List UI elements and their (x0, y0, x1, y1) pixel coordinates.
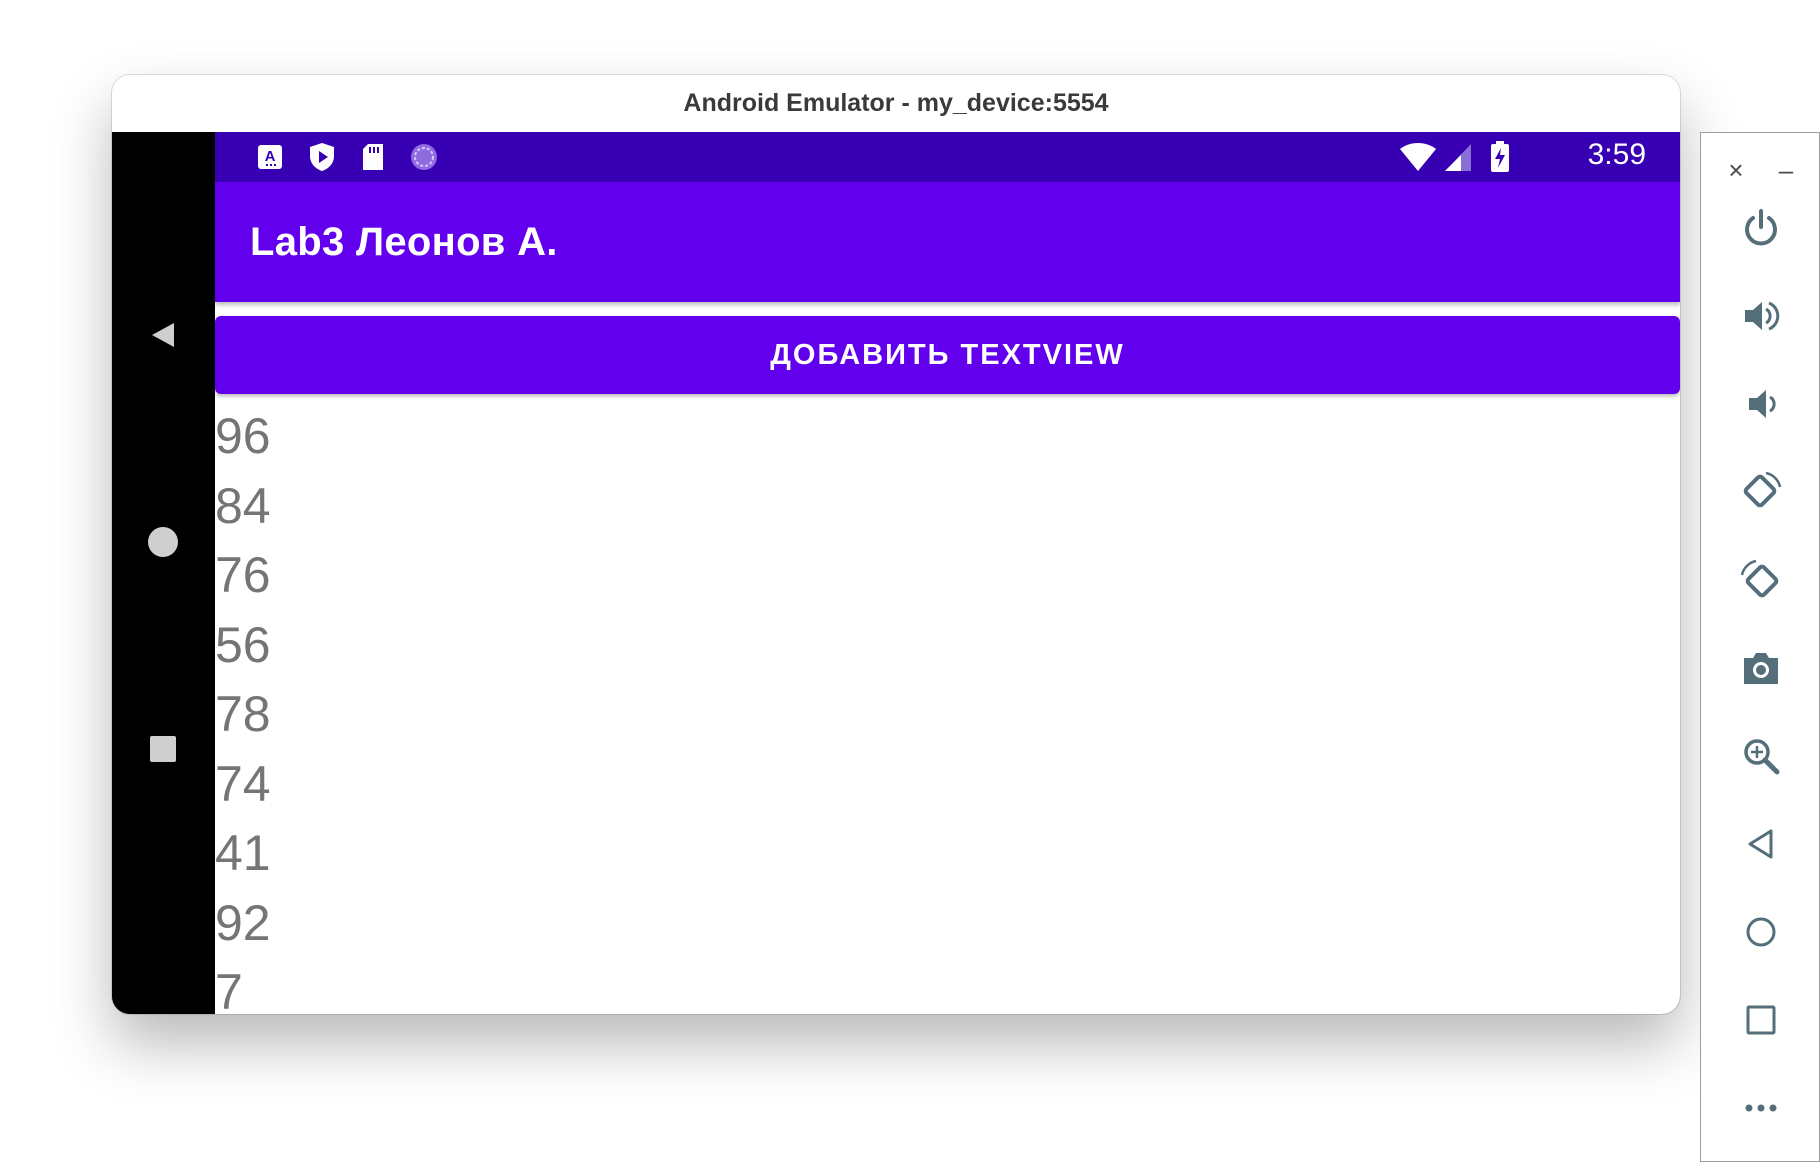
volume-down-button[interactable] (1736, 379, 1786, 429)
list-item: 74 (215, 755, 271, 812)
nav-back-button[interactable] (138, 310, 188, 360)
more-icon (1745, 1104, 1777, 1112)
emulator-toolbar: × – (1700, 132, 1820, 1162)
list-item: 84 (215, 477, 271, 534)
list-item: 7 (215, 964, 243, 1014)
text-notification-icon: A (255, 142, 285, 172)
add-textview-button[interactable]: ДОБАВИТЬ TEXTVIEW (215, 316, 1680, 394)
rotate-right-icon (1740, 559, 1779, 598)
overview-icon (1746, 1005, 1776, 1035)
overview-button[interactable] (1736, 995, 1786, 1045)
window-title: Android Emulator - my_device:5554 (683, 89, 1109, 117)
play-protect-icon (307, 142, 337, 172)
close-button[interactable]: × (1721, 155, 1751, 185)
app-bar: Lab3 Леонов А. (215, 182, 1680, 302)
home-icon (1746, 917, 1776, 947)
minimize-button[interactable]: – (1771, 155, 1801, 185)
status-bar: A 3:59 (215, 132, 1680, 182)
back-button[interactable] (1736, 819, 1786, 869)
list-item: 56 (215, 616, 271, 673)
rotate-left-button[interactable] (1736, 467, 1786, 517)
volume-up-button[interactable] (1736, 291, 1786, 341)
camera-icon (1744, 653, 1778, 684)
sd-card-icon (358, 142, 388, 172)
wifi-icon (1398, 142, 1438, 172)
home-button[interactable] (1736, 907, 1786, 957)
app-title: Lab3 Леонов А. (250, 220, 558, 264)
emulator-window: Android Emulator - my_device:5554 A 3:59… (112, 75, 1680, 1014)
nav-recents-button[interactable] (138, 724, 188, 774)
window-titlebar[interactable]: Android Emulator - my_device:5554 (112, 75, 1680, 132)
status-time: 3:59 (1587, 138, 1646, 171)
more-button[interactable] (1736, 1083, 1786, 1133)
volume-down-icon (1749, 390, 1776, 418)
power-button[interactable] (1736, 203, 1786, 253)
back-icon (1748, 829, 1773, 859)
list-item: 41 (215, 825, 271, 881)
navigation-bar (112, 132, 215, 1014)
nav-home-button[interactable] (138, 517, 188, 567)
toolbar-window-controls: × – (1701, 155, 1820, 185)
list-item: 96 (215, 408, 271, 464)
zoom-button[interactable] (1736, 731, 1786, 781)
device-screen: A 3:59 Lab3 Леонов А. ДОБАВИТЬ TEXTVIEW … (215, 132, 1680, 1014)
svg-text:A: A (265, 148, 276, 165)
recents-icon (150, 736, 176, 762)
sync-icon (409, 142, 439, 172)
screenshot-button[interactable] (1736, 643, 1786, 693)
battery-charging-icon (1485, 141, 1515, 172)
list-item: 78 (215, 686, 271, 742)
device-frame: A 3:59 Lab3 Леонов А. ДОБАВИТЬ TEXTVIEW … (112, 132, 1680, 1014)
volume-up-icon (1745, 301, 1780, 331)
zoom-icon (1744, 739, 1780, 775)
cell-signal-icon (1443, 142, 1473, 172)
home-icon (148, 527, 178, 557)
rotate-right-button[interactable] (1736, 555, 1786, 605)
list-item: 76 (215, 547, 271, 603)
rotate-left-icon (1743, 471, 1782, 508)
add-textview-button-label: ДОБАВИТЬ TEXTVIEW (770, 338, 1125, 371)
list-item: 92 (215, 894, 271, 951)
power-icon (1745, 209, 1777, 246)
number-list: 96 84 76 56 78 74 41 92 7 (215, 402, 815, 1014)
back-icon (152, 323, 174, 347)
